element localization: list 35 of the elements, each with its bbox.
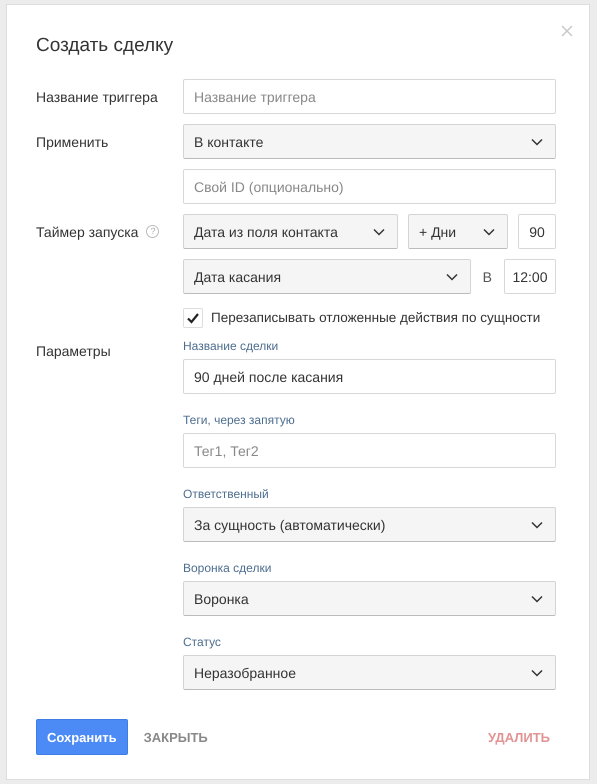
dropdown[interactable]: Воронка [183,581,556,616]
close-button[interactable]: ЗАКРЫТЬ [138,728,214,746]
chevron-down-icon [531,138,543,146]
at-label: В [482,268,492,284]
dropdown[interactable]: За сущность (автоматически) [183,507,556,542]
custom-id-field[interactable]: Свой ID (опционально) [183,169,556,204]
field-label: Название триггера [36,88,158,104]
offset-value-field[interactable]: 90 [518,214,556,249]
field-label: Название сделки [183,339,280,353]
field-label: Параметры [36,343,111,359]
field-label: Применить [36,134,108,150]
chevron-down-icon [531,668,543,676]
chevron-down-icon [483,228,495,236]
check-icon [186,310,200,324]
date-source-dropdown[interactable]: Дата из поля контакта [183,214,398,249]
field-label: Статус [183,635,222,649]
dialog-title: Создать сделку [36,35,174,57]
chevron-down-icon [531,594,543,602]
trigger-name-field[interactable]: Название триггера [183,79,556,114]
field-label: Ответственный [183,487,270,501]
chevron-down-icon [446,272,458,280]
text-field[interactable]: 90 дней после касания [183,359,556,394]
time-field[interactable]: 12:00 [504,259,556,294]
offset-unit-dropdown[interactable]: + Дни [408,214,508,249]
date-field-dropdown[interactable]: Дата касания [183,259,471,294]
chevron-down-icon [373,228,385,236]
chevron-down-icon [531,520,543,528]
text-field[interactable]: Тег1, Тег2 [183,433,556,468]
field-label: Воронка сделки [183,561,272,575]
field-label: Таймер запуска [36,224,138,240]
checkbox-label: Перезаписывать отложенные действия по сущности [211,310,540,325]
overwrite-checkbox[interactable] [183,308,203,328]
dropdown[interactable]: Неразобранное [183,655,556,690]
apply-dropdown[interactable]: В контакте [183,124,556,159]
field-label: Теги, через запятую [183,413,296,427]
